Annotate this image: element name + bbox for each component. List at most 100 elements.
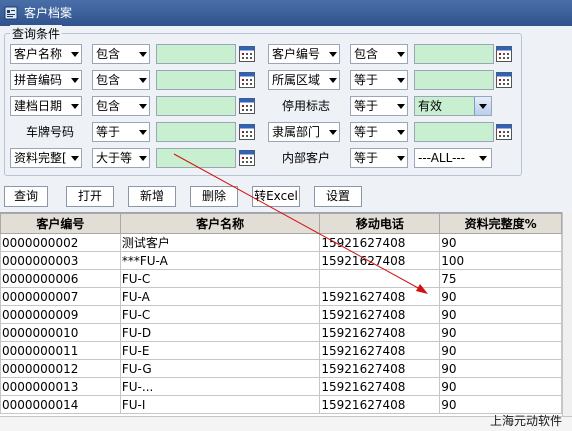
filter-op-label: 包含 xyxy=(96,73,121,87)
filter-field-label: 隶属部门 xyxy=(272,125,321,139)
table-cell: 0000000010 xyxy=(0,323,121,342)
filter-status-combo[interactable]: 有效 xyxy=(414,96,492,116)
filter-field-label: 拼音编码 xyxy=(14,73,63,87)
delete-button[interactable]: 删除 xyxy=(190,186,238,207)
filter-field-select[interactable]: 客户名称 xyxy=(10,44,82,64)
filter-field-select[interactable]: 建档日期 xyxy=(10,96,82,116)
table-cell: 15921627408 xyxy=(319,287,441,306)
table-cell: FU-D xyxy=(119,323,321,342)
window-title: 客户档案 xyxy=(24,6,73,20)
calendar-icon[interactable] xyxy=(495,71,513,89)
filter-op-select[interactable]: 等于 xyxy=(92,122,150,142)
table-cell: 100 xyxy=(439,251,562,270)
filter-internal-value: ---ALL--- xyxy=(418,151,466,165)
table-header-row: 客户编号 客户名称 移动电话 资料完整度% xyxy=(0,213,562,234)
calendar-icon[interactable] xyxy=(495,123,513,141)
table-row[interactable]: 0000000002 测试客户 15921627408 90 xyxy=(0,233,562,252)
chevron-down-icon xyxy=(397,104,405,109)
filter-field-label: 客户名称 xyxy=(14,47,63,61)
table-cell: 90 xyxy=(439,305,562,324)
filter-internal-combo[interactable]: ---ALL--- xyxy=(414,148,492,168)
filter-field-label: 内部客户 xyxy=(281,151,330,165)
filter-op-select[interactable]: 等于 xyxy=(350,96,408,116)
table-cell: 15921627408 xyxy=(319,233,441,252)
filter-field-label: 车牌号码 xyxy=(25,125,74,139)
chevron-down-icon xyxy=(139,52,147,57)
filter-value-input[interactable] xyxy=(414,44,494,64)
table-row[interactable]: 0000000013 FU-... 15921627408 90 xyxy=(0,377,562,396)
open-button[interactable]: 打开 xyxy=(66,186,114,207)
table-cell: 15921627408 xyxy=(319,377,441,396)
filter-field-label: 客户编号 xyxy=(272,47,321,61)
filter-value-input[interactable] xyxy=(156,44,236,64)
chevron-down-icon xyxy=(139,78,147,83)
filter-value-input[interactable] xyxy=(156,70,236,90)
table-cell: 90 xyxy=(439,341,562,360)
app-icon xyxy=(4,6,18,20)
calendar-icon[interactable] xyxy=(238,97,256,115)
table-cell: FU-G xyxy=(119,359,321,378)
table-cell: 90 xyxy=(439,287,562,306)
chevron-down-icon xyxy=(139,156,147,161)
filter-op-select[interactable]: 包含 xyxy=(92,96,150,116)
table-row[interactable]: 0000000011 FU-E 15921627408 90 xyxy=(0,341,562,360)
table-row[interactable]: 0000000006 FU-C 75 xyxy=(0,269,562,288)
chevron-down-icon xyxy=(329,52,337,57)
table-cell: 75 xyxy=(439,269,562,288)
chevron-down-icon xyxy=(329,78,337,83)
query-button[interactable]: 查询 xyxy=(4,186,48,207)
vertical-scrollbar[interactable] xyxy=(562,212,572,416)
table-cell: 15921627408 xyxy=(319,251,441,270)
table-row[interactable]: 0000000003 ***FU-A 15921627408 100 xyxy=(0,251,562,270)
filter-field-select[interactable]: 拼音编码 xyxy=(10,70,82,90)
filter-field-label: 所属区域 xyxy=(272,73,321,87)
table-cell: 测试客户 xyxy=(119,233,321,252)
calendar-icon[interactable] xyxy=(238,149,256,167)
filter-field-select[interactable]: 客户编号 xyxy=(268,44,340,64)
filter-value-input[interactable] xyxy=(156,122,236,142)
filter-op-select[interactable]: 包含 xyxy=(92,70,150,90)
filter-op-select[interactable]: 等于 xyxy=(350,148,408,168)
chevron-down-icon xyxy=(71,52,79,57)
filter-field-select[interactable]: 资料完整[ xyxy=(10,148,82,168)
column-header[interactable]: 客户名称 xyxy=(119,213,321,234)
filter-field-select[interactable]: 所属区域 xyxy=(268,70,340,90)
calendar-icon[interactable] xyxy=(238,123,256,141)
table-row[interactable]: 0000000012 FU-G 15921627408 90 xyxy=(0,359,562,378)
filter-op-select[interactable]: 等于 xyxy=(350,70,408,90)
calendar-icon[interactable] xyxy=(238,45,256,63)
column-header[interactable]: 移动电话 xyxy=(319,213,441,234)
calendar-icon[interactable] xyxy=(495,45,513,63)
table-cell: FU-A xyxy=(119,287,321,306)
settings-button[interactable]: 设置 xyxy=(314,186,362,207)
table-cell: 0000000013 xyxy=(0,377,121,396)
filter-op-select[interactable]: 包含 xyxy=(350,44,408,64)
chevron-down-icon xyxy=(397,130,405,135)
filter-value-input[interactable] xyxy=(414,122,494,142)
filter-op-select[interactable]: 包含 xyxy=(92,44,150,64)
chevron-down-icon xyxy=(479,156,487,161)
filter-value-input[interactable] xyxy=(156,148,236,168)
calendar-icon[interactable] xyxy=(238,71,256,89)
filter-op-select[interactable]: 大于等 xyxy=(92,148,150,168)
add-button[interactable]: 新增 xyxy=(128,186,176,207)
horizontal-scrollbar[interactable] xyxy=(0,416,572,431)
filter-field-select[interactable]: 隶属部门 xyxy=(268,122,340,142)
table-cell: 15921627408 xyxy=(319,341,441,360)
filter-value-input[interactable] xyxy=(414,70,494,90)
column-header[interactable]: 客户编号 xyxy=(0,213,121,234)
table-cell: 90 xyxy=(439,377,562,396)
table-row[interactable]: 0000000014 FU-I 15921627408 90 xyxy=(0,395,562,414)
combo-dropdown-button[interactable] xyxy=(474,97,491,115)
table-cell: 15921627408 xyxy=(319,323,441,342)
table-row[interactable]: 0000000009 FU-C 15921627408 90 xyxy=(0,305,562,324)
table-row[interactable]: 0000000007 FU-A 15921627408 90 xyxy=(0,287,562,306)
filter-op-select[interactable]: 等于 xyxy=(350,122,408,142)
export-excel-button[interactable]: 转Excel xyxy=(252,186,300,207)
chevron-down-icon xyxy=(71,78,79,83)
table-row[interactable]: 0000000010 FU-D 15921627408 90 xyxy=(0,323,562,342)
column-header[interactable]: 资料完整度% xyxy=(439,213,562,234)
filter-value-input[interactable] xyxy=(156,96,236,116)
filter-status-value: 有效 xyxy=(418,99,443,113)
table-cell: 90 xyxy=(439,233,562,252)
